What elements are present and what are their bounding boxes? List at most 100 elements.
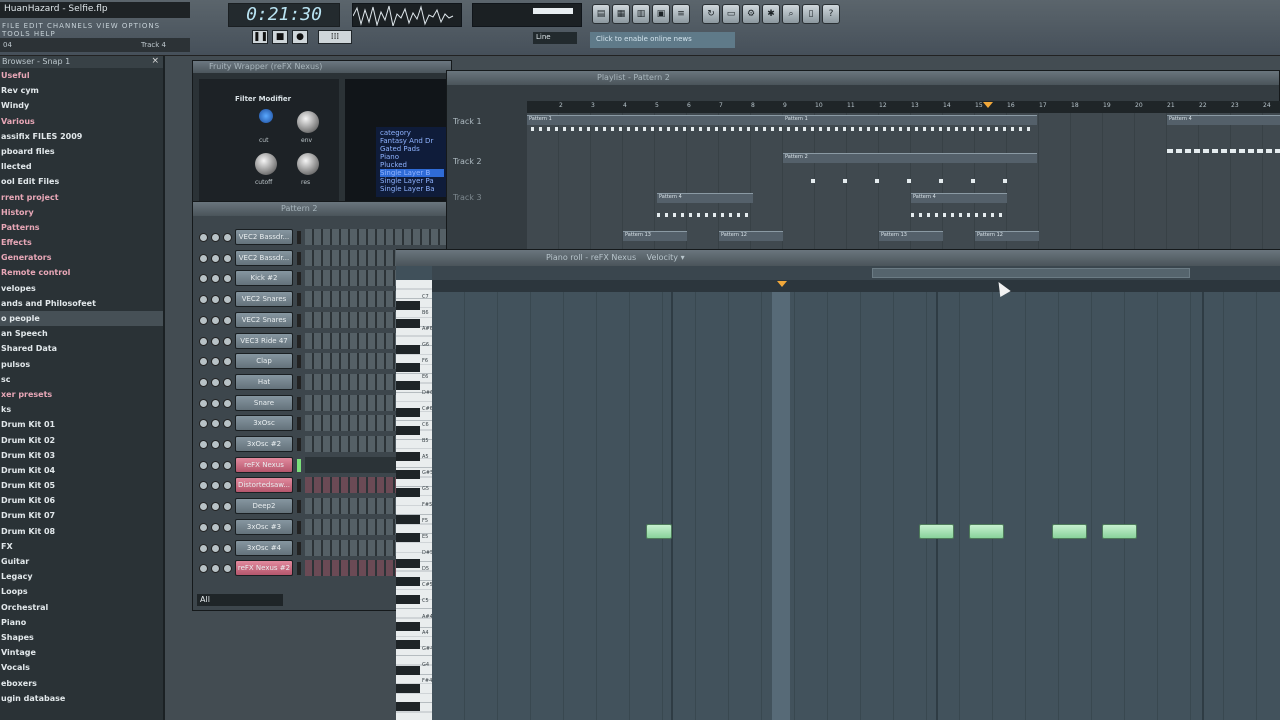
channel-toggle-icon[interactable] [199,274,208,284]
channel-toggle-icon[interactable] [199,233,208,242]
browser-item[interactable]: Rev cym [0,83,163,98]
channel-select-led[interactable] [297,438,301,451]
channel-select-led[interactable] [297,396,301,410]
channel-toggle-icon[interactable] [199,398,208,408]
channel-toggle-icon[interactable] [211,440,220,449]
channel-select-led[interactable] [297,231,301,244]
black-key[interactable] [396,363,420,373]
browser-item[interactable]: Remote control [0,265,163,280]
browser-item[interactable]: ugin database [0,691,163,706]
pattern-clip[interactable]: Pattern 13 [623,231,687,241]
black-key[interactable] [396,300,420,310]
channel-toggle-icon[interactable] [223,502,232,512]
close-icon[interactable]: × [151,56,159,66]
channel-toggle-icon[interactable] [211,336,220,346]
channel-name-button[interactable]: Kick #2 [235,270,293,287]
channel-toggle-icon[interactable] [211,357,220,367]
channel-toggle-icon[interactable] [211,398,220,408]
playlist-ruler[interactable]: 2 3 4 5 6 7 8 9 10 11 12 13 14 15 16 17 18 19 20 21 22 23 24 [527,101,1280,113]
browser-item[interactable]: Useful [0,68,163,83]
browser-item[interactable]: ool Edit Files [0,174,163,189]
black-key[interactable] [396,425,420,435]
black-key[interactable] [396,559,420,569]
note[interactable] [1052,524,1087,539]
channel-toggle-icon[interactable] [223,543,232,553]
browser-item[interactable]: Generators [0,250,163,265]
browser-item[interactable]: Guitar [0,554,163,569]
browser-item[interactable]: Legacy [0,569,163,584]
browser-item[interactable]: assifix FILES 2009 [0,129,163,144]
channel-toggle-icon[interactable] [223,440,232,449]
channel-name-button[interactable]: VEC2 Bassdr... [235,249,293,266]
black-key[interactable] [396,470,420,480]
channel-name-button[interactable]: Hat [235,373,293,390]
note[interactable] [646,524,672,539]
velocity-selector[interactable]: Velocity [647,253,678,262]
black-key[interactable] [396,639,420,649]
browser-item[interactable]: eboxers [0,676,163,691]
channel-toggle-icon[interactable] [211,377,220,387]
main-menu[interactable]: FILE EDIT CHANNELS VIEW OPTIONS TOOLS HE… [0,22,190,38]
browser-item[interactable]: Orchestral [0,600,163,615]
black-key[interactable] [396,595,420,604]
horizontal-scrollbar[interactable] [432,266,1280,280]
browser-item[interactable]: Drum Kit 07 [0,508,163,523]
browser-item[interactable]: ands and Philosofeet [0,296,163,311]
channel-toggle-icon[interactable] [223,564,232,574]
channel-toggle-icon[interactable] [199,564,208,574]
channel-select-led[interactable] [297,520,301,534]
pause-button[interactable]: ❚❚ [252,30,268,44]
channel-select-led[interactable] [297,375,301,389]
channel-filter[interactable]: All [197,594,283,606]
category-item[interactable]: Single Layer Pa [380,177,444,185]
browser-item[interactable]: Patterns [0,220,163,235]
song-position-marker[interactable] [983,102,993,108]
gear-icon[interactable]: ⚙ [742,4,760,24]
channel-select-led[interactable] [297,355,301,369]
pianoroll-toggle-button[interactable]: ▥ [632,4,650,24]
note[interactable] [969,524,1004,539]
browser-item[interactable]: Shapes [0,630,163,645]
pattern-clip[interactable]: Pattern 13 [879,231,943,241]
channel-toggle-icon[interactable] [211,481,220,491]
browser-item[interactable]: FX [0,539,163,554]
chevron-down-icon[interactable]: ▾ [681,253,685,262]
pattern-clip[interactable]: Pattern 12 [719,231,783,241]
browser-toggle-button[interactable]: ▣ [652,4,670,24]
browser-item[interactable]: Piano [0,615,163,630]
channel-toggle-icon[interactable] [211,295,220,305]
channel-toggle-icon[interactable] [223,398,232,408]
browser-item[interactable]: velopes [0,281,163,296]
category-list[interactable]: category Fantasy And Dr Gated Pads Piano Plu… [376,127,448,197]
pattern-clip[interactable]: Pattern 4 [911,193,1007,203]
channel-name-button[interactable]: reFX Nexus [235,456,293,473]
channel-toggle-icon[interactable] [223,419,232,429]
channel-select-led[interactable] [297,562,301,576]
channel-toggle-icon[interactable] [199,419,208,429]
channel-select-led[interactable] [297,417,301,431]
channel-name-button[interactable]: VEC3 Ride 47 [235,332,293,349]
channel-toggle-icon[interactable] [223,377,232,387]
save-icon[interactable]: ▭ [722,4,740,24]
channel-toggle-icon[interactable] [211,460,220,470]
black-key[interactable] [396,702,420,711]
channel-name-button[interactable]: Distortedsaw... [235,477,293,494]
piano-roll-ruler[interactable] [432,280,1280,292]
plugin-window-title[interactable]: Fruity Wrapper (reFX Nexus) [193,61,451,73]
channel-toggle-icon[interactable] [223,274,232,284]
browser-item[interactable]: Drum Kit 04 [0,463,163,478]
playhead-marker[interactable] [777,281,787,287]
black-key[interactable] [396,577,420,587]
browser-item[interactable]: sc [0,372,163,387]
channel-toggle-icon[interactable] [199,357,208,367]
channel-toggle-icon[interactable] [223,481,232,491]
channel-name-button[interactable]: Clap [235,353,293,370]
piano-roll-grid[interactable] [432,292,1280,720]
record-button[interactable]: ● [292,30,308,44]
browser-item[interactable]: Windy [0,98,163,113]
browser-item[interactable]: xer presets [0,387,163,402]
category-item[interactable]: Piano [380,153,444,161]
playlist-toggle-button[interactable]: ▤ [592,4,610,24]
channel-toggle-icon[interactable] [211,419,220,429]
category-item[interactable]: Single Layer Ba [380,185,444,193]
